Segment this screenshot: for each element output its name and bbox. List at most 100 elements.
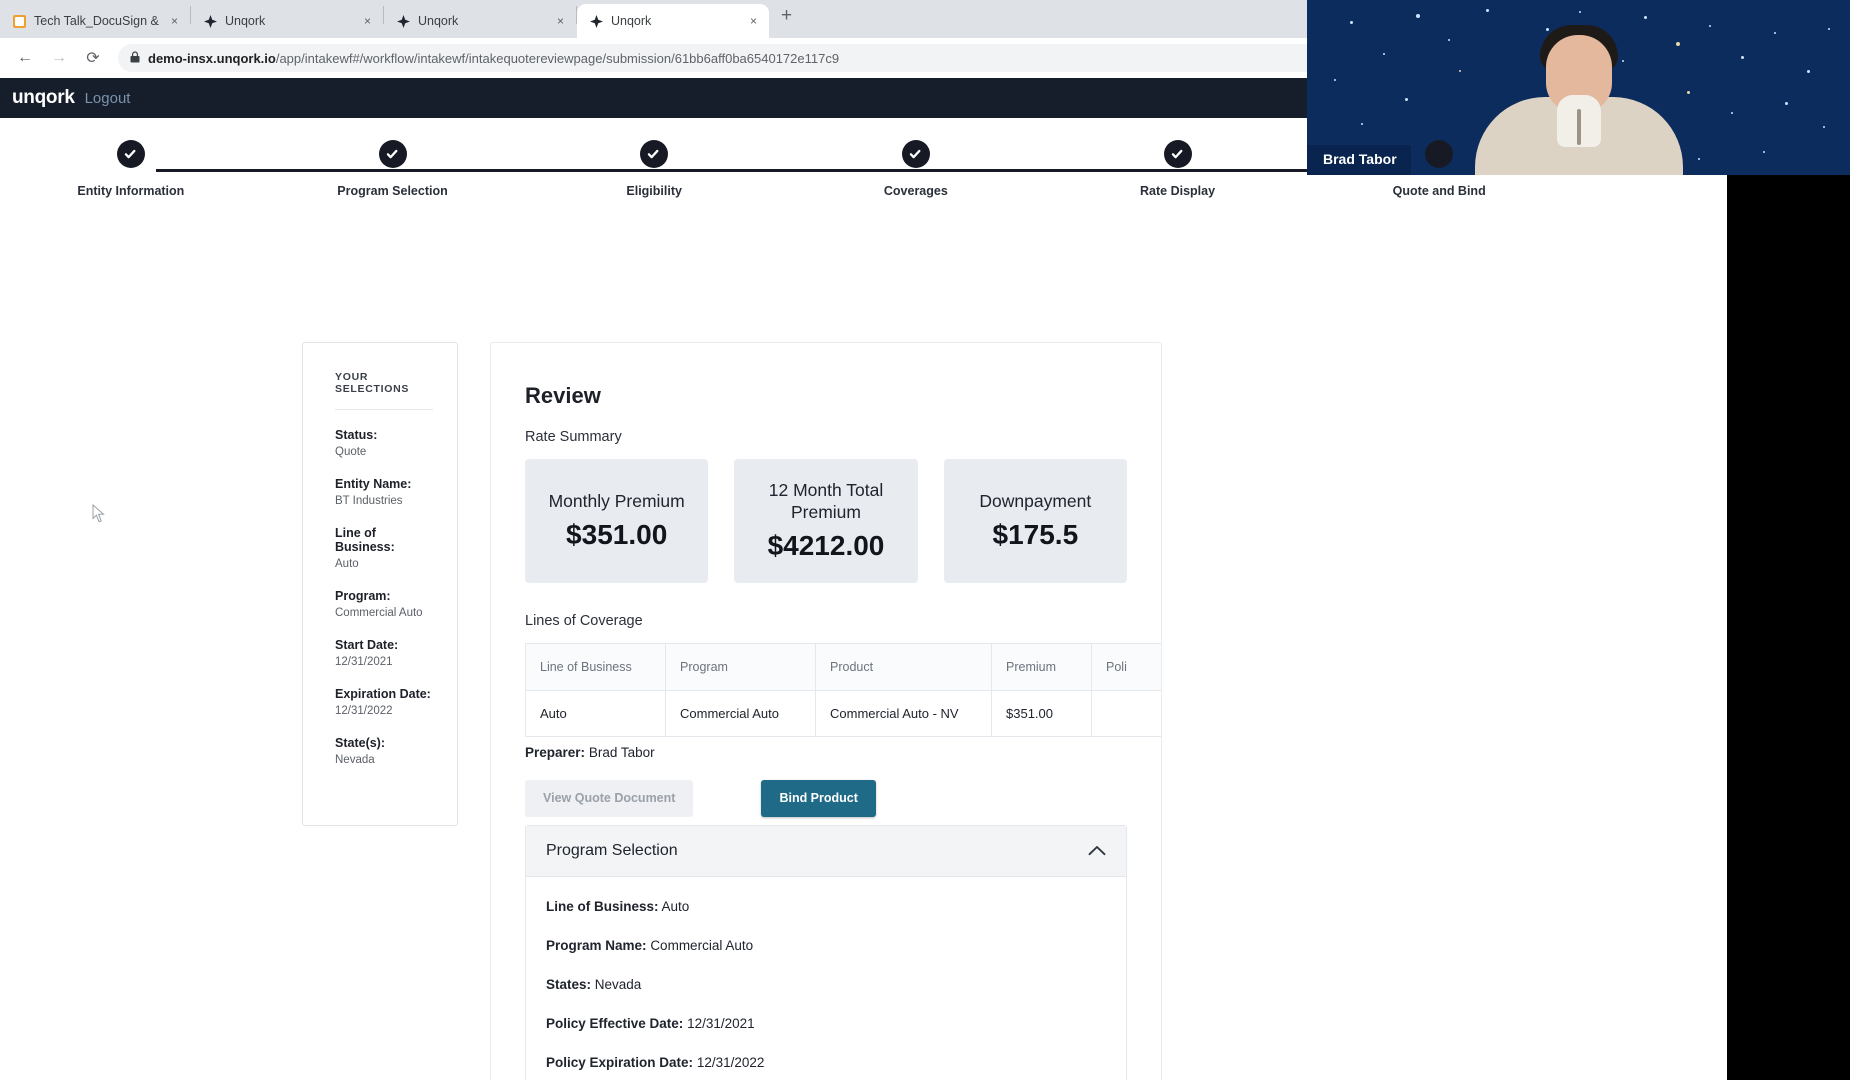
- browser-tab-2[interactable]: Unqork ×: [191, 4, 383, 38]
- table-header-row: Line of Business Program Product Premium…: [525, 643, 1161, 691]
- reload-button[interactable]: ⟳: [78, 43, 108, 73]
- column-header-premium[interactable]: Premium: [991, 643, 1092, 691]
- app-page: Entity Information Program Selection Eli…: [0, 118, 1727, 1080]
- view-quote-document-button[interactable]: View Quote Document: [525, 780, 694, 817]
- check-icon: [124, 149, 136, 159]
- selection-label: Status:: [335, 428, 378, 442]
- accordion-label: Policy Expiration Date:: [546, 1054, 694, 1070]
- selections-heading: YOUR SELECTIONS: [335, 371, 410, 395]
- rate-card-label: Monthly Premium: [548, 491, 685, 512]
- column-header-program[interactable]: Program: [665, 643, 816, 691]
- cell-product: Commercial Auto - NV: [815, 690, 992, 737]
- lock-icon: [130, 50, 140, 66]
- selection-item-program: Program: Commercial Auto: [335, 589, 433, 619]
- step-label: Entity Information: [77, 184, 185, 198]
- browser-tab-4-active[interactable]: Unqork ×: [577, 4, 769, 38]
- rate-card-value: $4212.00: [767, 529, 885, 561]
- accordion-label: Program Name:: [546, 937, 647, 953]
- step-dot-complete: [1163, 140, 1192, 168]
- tab-close-button[interactable]: ×: [748, 15, 759, 27]
- check-icon: [386, 149, 397, 159]
- selection-item-entity-name: Entity Name: BT Industries: [335, 477, 433, 507]
- cell-program: Commercial Auto: [665, 690, 816, 737]
- selection-label: Program:: [335, 589, 391, 603]
- step-dot-complete: [640, 140, 669, 168]
- accordion-row-line-of-business: Line of Business: Auto: [546, 899, 1106, 914]
- rate-card-value: $351.00: [566, 518, 668, 550]
- rate-summary-heading: Rate Summary: [525, 429, 622, 445]
- preparer-label: Preparer:: [525, 745, 586, 760]
- column-header-line-of-business[interactable]: Line of Business: [525, 643, 666, 691]
- mouse-cursor: [92, 503, 106, 524]
- step-dot-complete: [901, 140, 930, 168]
- accordion-header[interactable]: Program Selection: [526, 825, 1126, 877]
- tab-title: Unqork: [225, 14, 266, 28]
- step-dot-complete: [378, 140, 407, 168]
- tab-title: Unqork: [418, 14, 459, 28]
- tab-close-button[interactable]: ×: [169, 15, 180, 27]
- accordion-row-program-name: Program Name: Commercial Auto: [546, 938, 1106, 953]
- table-row[interactable]: Auto Commercial Auto Commercial Auto - N…: [525, 690, 1161, 737]
- selection-value: Quote: [335, 446, 367, 458]
- selection-value: 12/31/2021: [335, 656, 393, 668]
- browser-tab-3[interactable]: Unqork ×: [384, 4, 576, 38]
- url-domain: demo-insx.unqork.io: [148, 50, 276, 66]
- selection-label: Expiration Date:: [335, 687, 431, 701]
- selection-item-expiration-date: Expiration Date: 12/31/2022: [335, 687, 433, 717]
- accordion-row-policy-effective-date: Policy Effective Date: 12/31/2021: [546, 1016, 1106, 1031]
- lines-of-coverage-heading: Lines of Coverage: [525, 613, 643, 629]
- action-buttons: View Quote Document Bind Product: [525, 780, 1127, 817]
- unqork-diamond-icon: [589, 14, 603, 28]
- program-selection-accordion: Program Selection Line of Business: Auto…: [525, 824, 1127, 1080]
- check-icon: [909, 149, 921, 159]
- browser-tab-1[interactable]: Tech Talk_DocuSign & Unqork ×: [0, 4, 190, 38]
- selection-label: Entity Name:: [335, 477, 412, 491]
- accordion-body: Line of Business: Auto Program Name: Com…: [526, 876, 1126, 1080]
- step-label: Coverages: [883, 184, 948, 198]
- back-button[interactable]: ←: [10, 43, 40, 73]
- review-panel: Review Rate Summary Monthly Premium $351…: [490, 342, 1162, 1080]
- bind-product-button[interactable]: Bind Product: [761, 780, 876, 817]
- accordion-label: States:: [546, 976, 592, 992]
- video-call-overlay[interactable]: Brad Tabor: [1307, 0, 1850, 175]
- preparer-line: Preparer: Brad Tabor: [525, 745, 1127, 760]
- rate-card-label: Downpayment: [979, 491, 1092, 512]
- accordion-title: Program Selection: [546, 841, 678, 859]
- participant-name-label: Brad Tabor: [1307, 145, 1411, 175]
- tab-close-button[interactable]: ×: [555, 15, 566, 27]
- step-label: Program Selection: [337, 184, 448, 198]
- chevron-up-icon[interactable]: [1088, 845, 1106, 856]
- column-header-policy-truncated[interactable]: Poli: [1091, 643, 1161, 691]
- selection-value: BT Industries: [335, 495, 403, 507]
- check-icon: [1171, 149, 1182, 159]
- check-icon: [647, 149, 659, 159]
- column-header-product[interactable]: Product: [815, 643, 992, 691]
- rate-card-downpayment: Downpayment $175.5: [943, 459, 1127, 583]
- accordion-value: 12/31/2022: [696, 1054, 765, 1070]
- tab-close-button[interactable]: ×: [362, 15, 373, 27]
- logout-link[interactable]: Logout: [85, 90, 131, 107]
- your-selections-panel: YOUR SELECTIONS Status: Quote Entity Nam…: [302, 342, 458, 826]
- cell-policy: [1091, 690, 1161, 737]
- rate-card-label: 12 Month Total Premium: [768, 480, 884, 522]
- unqork-diamond-icon: [396, 14, 410, 28]
- new-tab-button[interactable]: +: [769, 5, 804, 33]
- rate-card-monthly-premium: Monthly Premium $351.00: [525, 459, 709, 583]
- stepper-step-coverages[interactable]: Coverages: [785, 140, 1047, 198]
- selection-value: Commercial Auto: [335, 607, 423, 619]
- accordion-row-policy-expiration-date: Policy Expiration Date: 12/31/2022: [546, 1055, 1106, 1070]
- stepper-step-rate-display[interactable]: Rate Display: [1047, 140, 1309, 198]
- accordion-label: Policy Effective Date:: [546, 1015, 684, 1031]
- accordion-value: Nevada: [594, 976, 642, 992]
- forward-button[interactable]: →: [44, 43, 74, 73]
- stepper-step-entity-information[interactable]: Entity Information: [0, 140, 262, 198]
- step-label: Rate Display: [1140, 184, 1216, 198]
- selection-label: Start Date:: [335, 638, 399, 652]
- step-dot-current: [1425, 140, 1454, 168]
- step-label: Eligibility: [626, 184, 682, 198]
- stepper-step-program-selection[interactable]: Program Selection: [262, 140, 524, 198]
- selection-item-states: State(s): Nevada: [335, 736, 433, 766]
- stepper-step-eligibility[interactable]: Eligibility: [523, 140, 785, 198]
- selection-value: 12/31/2022: [335, 705, 393, 717]
- unqork-logo: unqork: [12, 87, 75, 108]
